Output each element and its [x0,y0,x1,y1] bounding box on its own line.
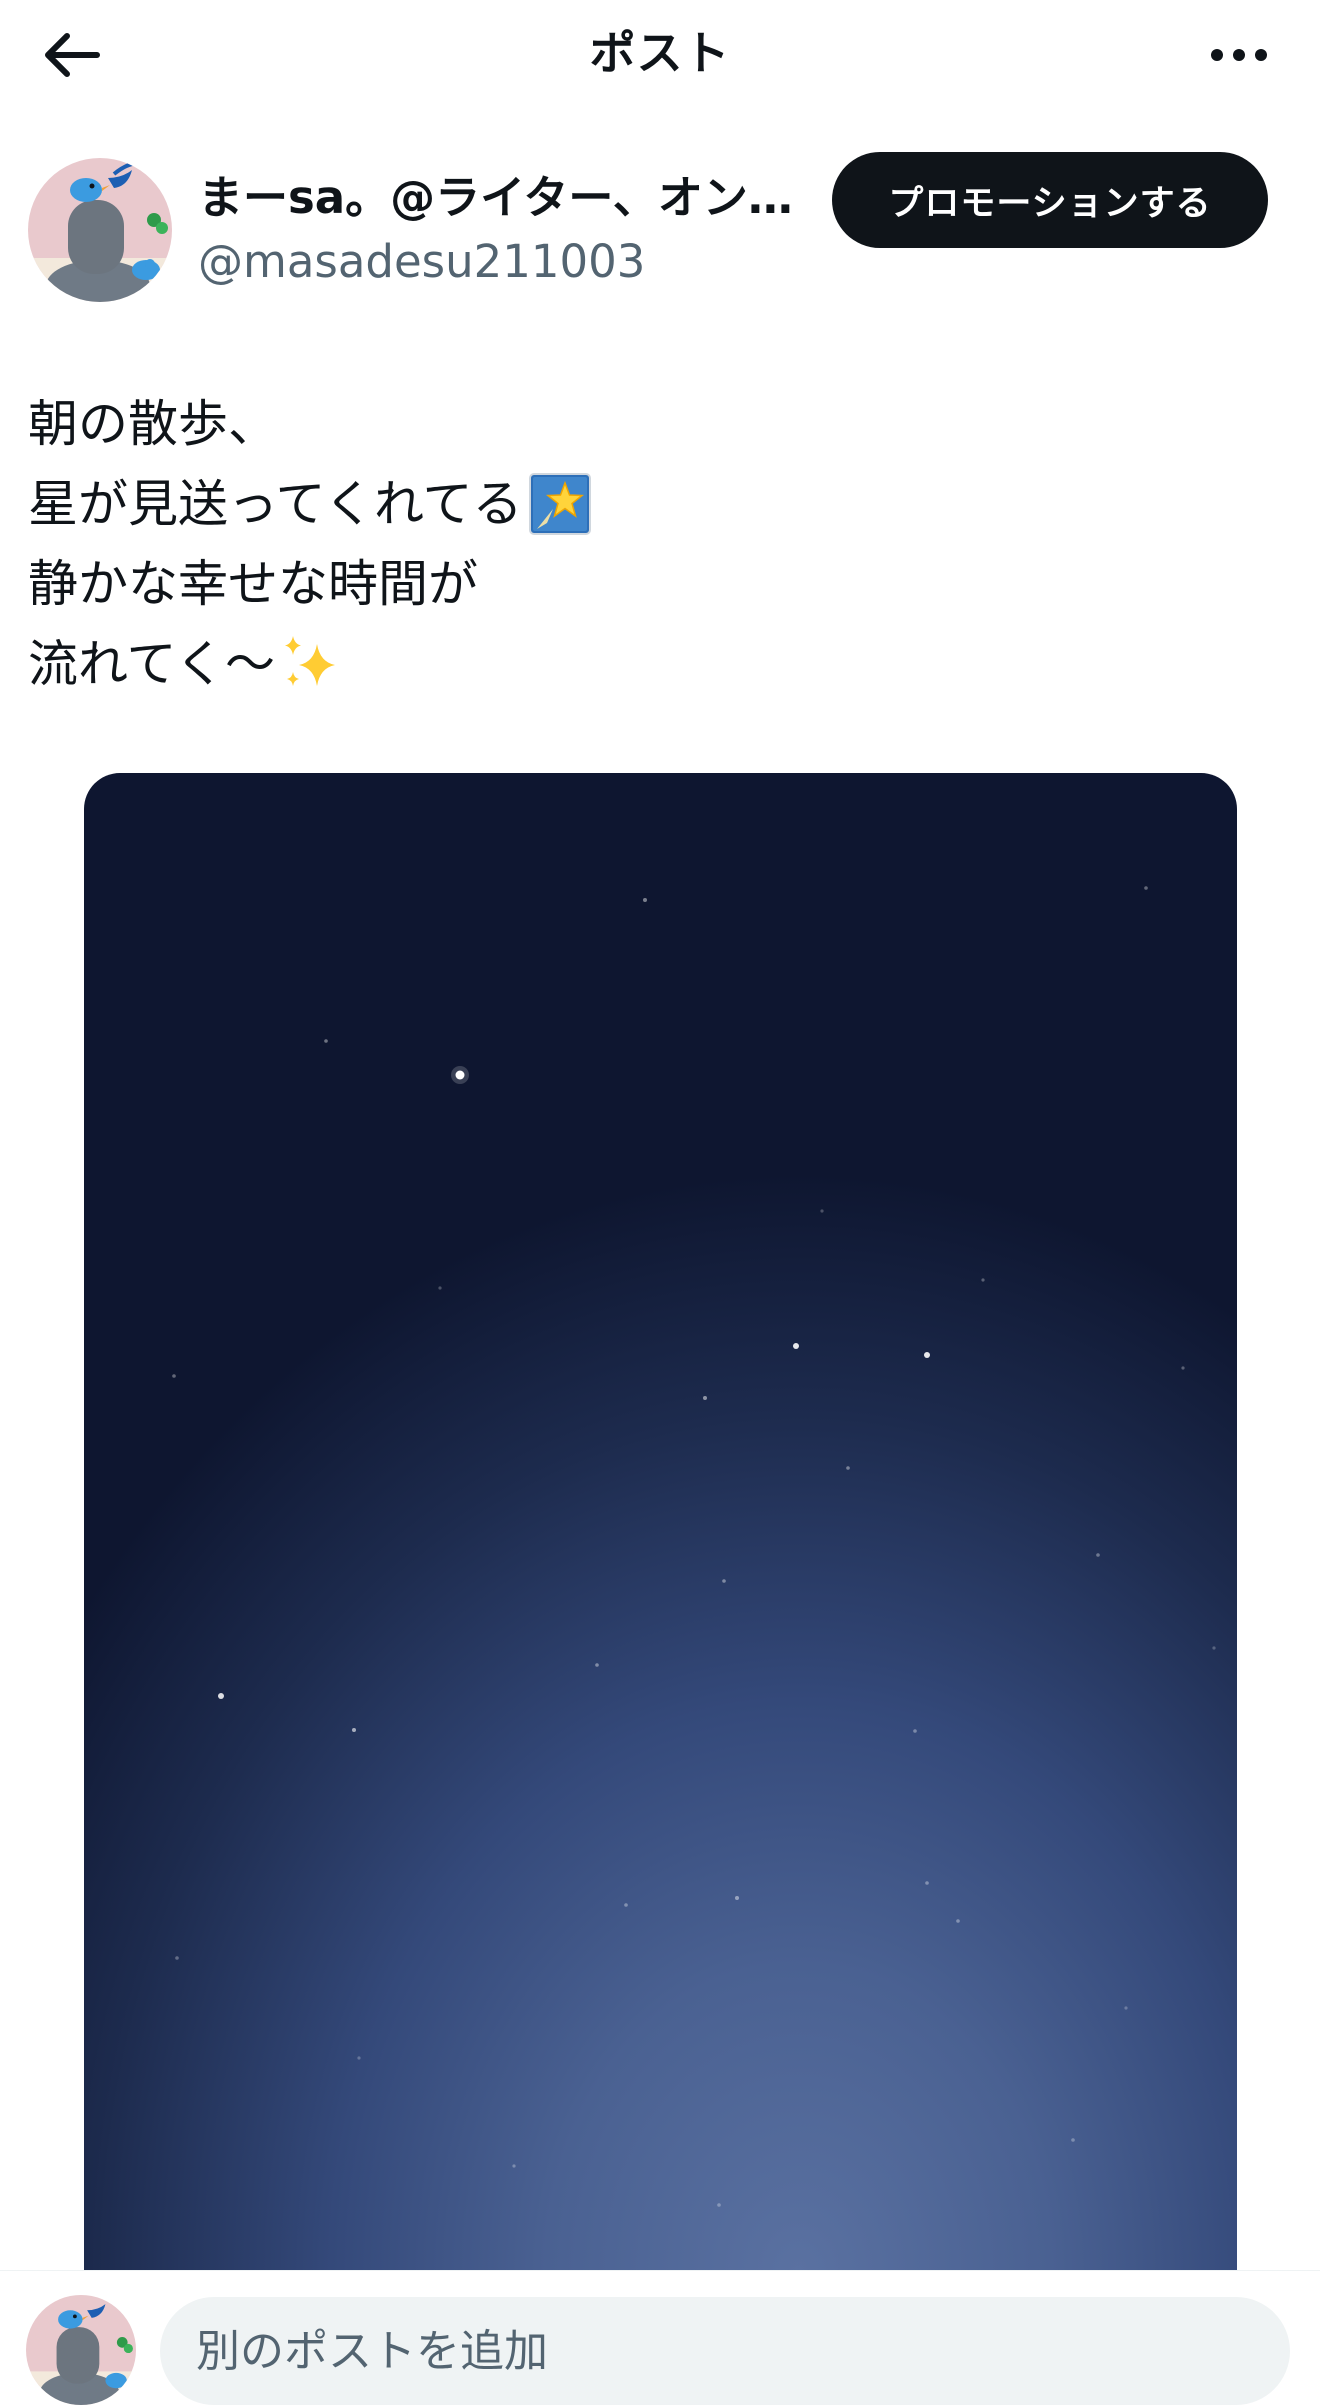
post-line: 流れてく〜 [28,624,1288,704]
author-handle[interactable]: @masadesu211003 [198,232,645,292]
bird-avatar-icon [26,2295,136,2405]
page-title: ポスト [589,26,731,80]
post-line-text: 星が見送ってくれてる [28,475,523,533]
more-options-button[interactable] [1194,20,1284,90]
post-line-text: 朝の散歩、 [28,395,278,453]
glowing-star-emoji-icon [528,473,591,535]
bird-avatar-icon [28,158,172,302]
post-line-text: 静かな幸せな時間が [28,555,478,613]
night-sky-stars [172,886,1216,2207]
post-body: 朝の散歩、 星が見送ってくれてる 静かな幸せな時間が 流れてく〜 [28,384,1288,704]
post-detail-screen: ポスト まーsa。@ライター、オン… @masadesu211003 プロモーシ… [0,0,1320,2407]
post-line: 静かな幸せな時間が [28,544,1288,624]
reply-composer [0,2270,1320,2407]
author-avatar[interactable] [28,158,172,302]
reply-input[interactable] [160,2297,1290,2405]
sparkles-emoji-icon [285,636,335,686]
promote-button[interactable]: プロモーションする [832,152,1268,248]
top-app-bar: ポスト [0,0,1320,110]
post-line: 朝の散歩、 [28,384,1288,464]
post-media-image[interactable] [84,773,1237,2273]
author-row: まーsa。@ライター、オン… @masadesu211003 プロモーションする [0,150,1320,310]
own-avatar[interactable] [26,2295,136,2405]
more-horizontal-icon [1211,49,1267,61]
author-display-name[interactable]: まーsa。@ライター、オン… [198,168,818,228]
post-line: 星が見送ってくれてる [28,464,1288,544]
post-line-text: 流れてく〜 [28,635,275,693]
